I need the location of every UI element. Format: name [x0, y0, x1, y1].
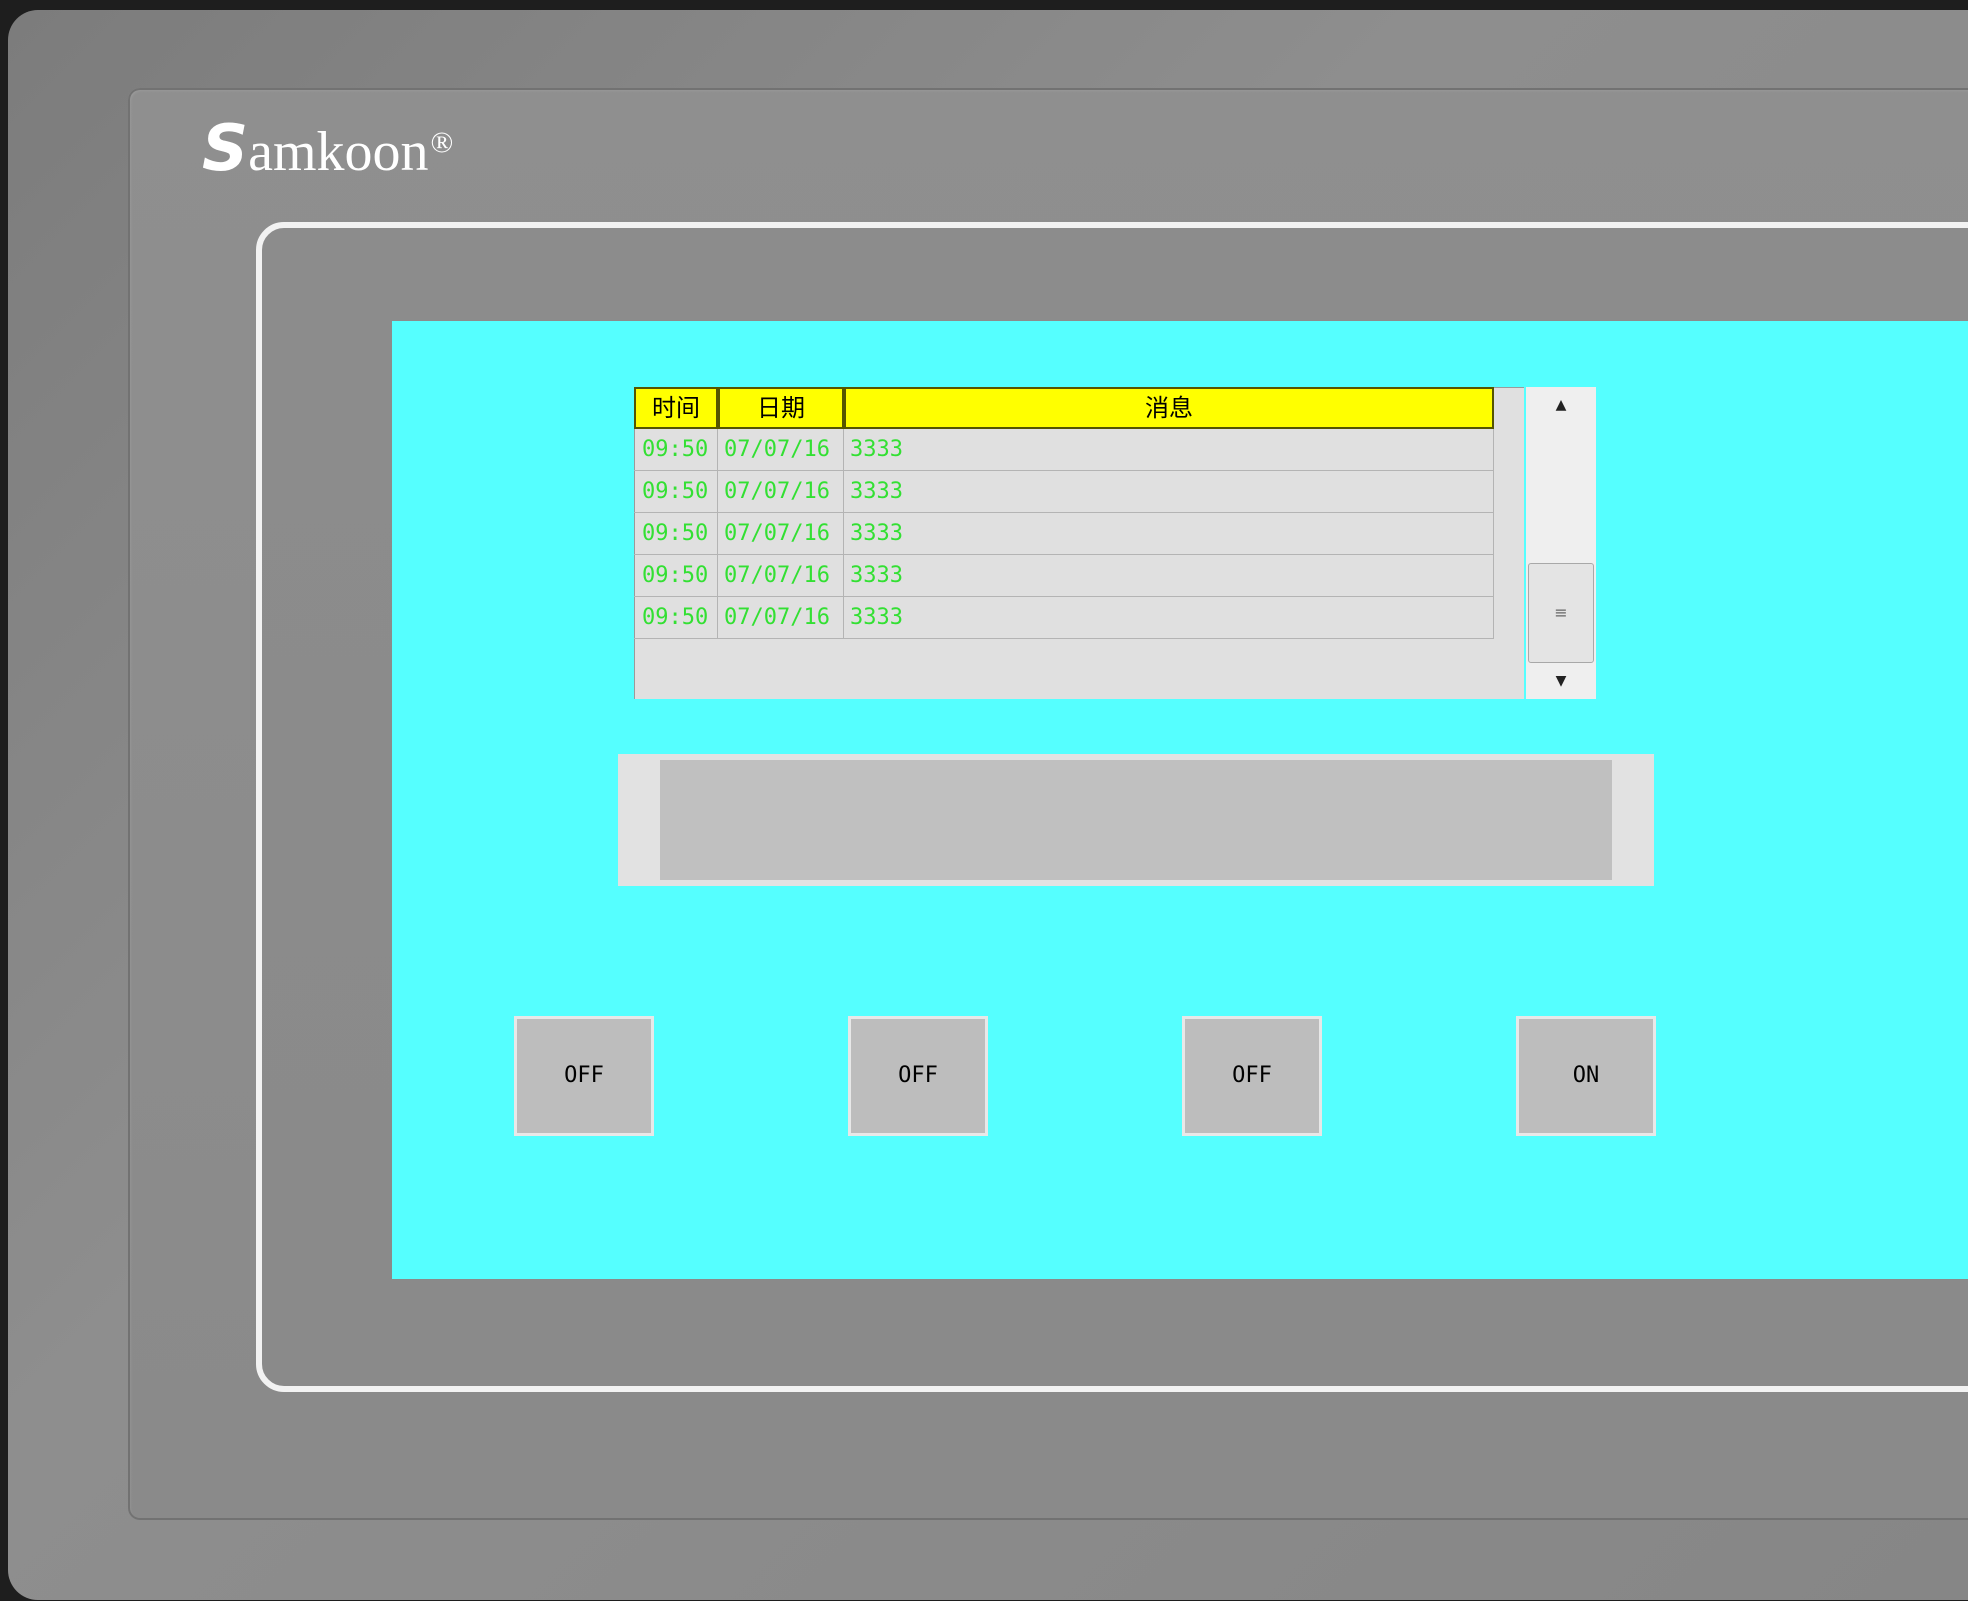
samkoon-logo: Samkoon® [202, 114, 453, 187]
toggle-button-2[interactable]: OFF [848, 1016, 988, 1136]
cell-time: 09:50 [634, 471, 718, 512]
cell-time: 09:50 [634, 597, 718, 638]
toggle-button-1[interactable]: OFF [514, 1016, 654, 1136]
cell-date: 07/07/16 [718, 555, 844, 596]
cell-message: 3333 [844, 513, 1494, 554]
message-display-text [660, 760, 1612, 880]
cell-date: 07/07/16 [718, 471, 844, 512]
alarm-table-body: 09:50 07/07/16 3333 09:50 07/07/16 3333 … [634, 429, 1494, 639]
cell-time: 09:50 [634, 513, 718, 554]
header-message: 消息 [844, 387, 1494, 429]
scroll-up-arrow-icon[interactable]: ▲ [1526, 387, 1596, 423]
header-date: 日期 [718, 387, 844, 429]
toggle-button-4[interactable]: ON [1516, 1016, 1656, 1136]
table-row[interactable]: 09:50 07/07/16 3333 [634, 597, 1494, 639]
alarm-table[interactable]: 时间 日期 消息 09:50 07/07/16 3333 09:50 07/07… [634, 387, 1524, 699]
cell-message: 3333 [844, 597, 1494, 638]
alarm-table-header: 时间 日期 消息 [634, 387, 1494, 429]
cell-date: 07/07/16 [718, 597, 844, 638]
alarm-table-scrollbar[interactable]: ▲ ≡ ▼ [1526, 387, 1596, 699]
registered-mark: ® [430, 126, 454, 159]
logo-text: amkoon [248, 121, 429, 183]
cell-message: 3333 [844, 471, 1494, 512]
scroll-down-arrow-icon[interactable]: ▼ [1526, 663, 1596, 699]
cell-date: 07/07/16 [718, 513, 844, 554]
header-time: 时间 [634, 387, 718, 429]
cell-time: 09:50 [634, 429, 718, 470]
table-row[interactable]: 09:50 07/07/16 3333 [634, 429, 1494, 471]
toggle-button-3[interactable]: OFF [1182, 1016, 1322, 1136]
table-row[interactable]: 09:50 07/07/16 3333 [634, 471, 1494, 513]
logo-initial: S [202, 112, 249, 186]
table-row[interactable]: 09:50 07/07/16 3333 [634, 513, 1494, 555]
cell-message: 3333 [844, 555, 1494, 596]
cell-time: 09:50 [634, 555, 718, 596]
scroll-thumb-grip-icon[interactable]: ≡ [1528, 563, 1594, 663]
message-display-bar [618, 754, 1654, 886]
cell-message: 3333 [844, 429, 1494, 470]
cell-date: 07/07/16 [718, 429, 844, 470]
table-row[interactable]: 09:50 07/07/16 3333 [634, 555, 1494, 597]
